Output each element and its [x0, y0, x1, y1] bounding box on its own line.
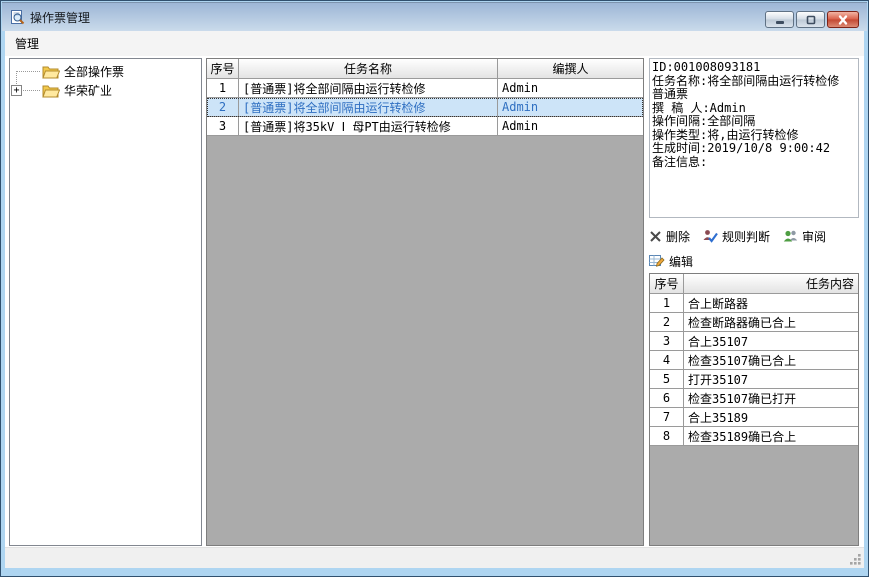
cell-content: 合上35189 — [684, 408, 858, 427]
delete-button[interactable]: 删除 — [649, 228, 690, 245]
caption-buttons — [765, 11, 859, 28]
minimize-icon — [773, 14, 787, 26]
task-table: 序号 任务名称 编撰人 1[普通票]将全部间隔由运行转检修Admin2[普通票]… — [206, 58, 644, 546]
content-table-rows: 1合上断路器2检查断路器确已合上3合上351074检查35107确已合上5打开3… — [650, 294, 858, 446]
content-row[interactable]: 3合上35107 — [650, 332, 858, 351]
cell-content: 打开35107 — [684, 370, 858, 389]
detail-line: ID:001008093181 — [652, 61, 856, 75]
tree-item-label: 全部操作票 — [64, 63, 124, 80]
close-icon — [836, 14, 850, 26]
cell-no: 8 — [650, 427, 684, 446]
review-button[interactable]: 审阅 — [783, 228, 826, 245]
person-check-icon — [703, 229, 718, 243]
action-toolbar: 删除 规则判断 审 — [649, 224, 826, 248]
maximize-button[interactable] — [796, 11, 825, 28]
content-row[interactable]: 7合上35189 — [650, 408, 858, 427]
cell-no: 1 — [207, 79, 239, 98]
cell-content: 合上断路器 — [684, 294, 858, 313]
cell-author: Admin — [498, 79, 643, 98]
edit-toolbar: 编辑 — [649, 250, 693, 272]
task-row[interactable]: 2[普通票]将全部间隔由运行转检修Admin — [207, 98, 643, 117]
ticket-detail-box: ID:001008093181任务名称:将全部间隔由运行转检修 普通票撰 稿 人… — [649, 58, 859, 218]
task-row[interactable]: 1[普通票]将全部间隔由运行转检修Admin — [207, 79, 643, 98]
column-header-content[interactable]: 任务内容 — [684, 274, 858, 294]
edit-button[interactable]: 编辑 — [649, 253, 693, 270]
content-row[interactable]: 5打开35107 — [650, 370, 858, 389]
content-row[interactable]: 8检查35189确已合上 — [650, 427, 858, 446]
cell-content: 合上35107 — [684, 332, 858, 351]
delete-x-icon — [649, 230, 662, 243]
task-row[interactable]: 3[普通票]将35kV Ⅰ 母PT由运行转检修Admin — [207, 117, 643, 136]
content-row[interactable]: 1合上断路器 — [650, 294, 858, 313]
cell-no: 5 — [650, 370, 684, 389]
folder-icon — [42, 65, 60, 79]
window-body: 管理 全部操作票 + — [5, 31, 864, 568]
cell-no: 1 — [650, 294, 684, 313]
tree-item-all-tickets[interactable]: 全部操作票 — [10, 62, 201, 81]
expand-plus-icon[interactable]: + — [11, 85, 22, 96]
detail-line: 备注信息: — [652, 156, 856, 170]
edit-grid-pencil-icon — [649, 254, 665, 268]
cell-no: 7 — [650, 408, 684, 427]
tree-item-huarong-mine[interactable]: + 华荣矿业 — [10, 81, 201, 100]
cell-task-name: [普通票]将全部间隔由运行转检修 — [239, 98, 498, 117]
cell-no: 3 — [207, 117, 239, 136]
menu-bar: 管理 — [5, 31, 864, 56]
cell-task-name: [普通票]将全部间隔由运行转检修 — [239, 79, 498, 98]
column-header-no[interactable]: 序号 — [650, 274, 684, 294]
rule-check-button[interactable]: 规则判断 — [703, 228, 770, 245]
ticket-tree-panel[interactable]: 全部操作票 + 华荣矿业 — [9, 58, 202, 546]
rule-check-label: 规则判断 — [722, 228, 770, 245]
folder-icon — [42, 84, 60, 98]
task-table-header: 序号 任务名称 编撰人 — [207, 59, 643, 79]
cell-no: 4 — [650, 351, 684, 370]
maximize-icon — [804, 14, 818, 26]
cell-author: Admin — [498, 98, 643, 117]
content-table: 序号 任务内容 1合上断路器2检查断路器确已合上3合上351074检查35107… — [649, 273, 859, 546]
cell-content: 检查断路器确已合上 — [684, 313, 858, 332]
detail-line: 生成时间:2019/10/8 9:00:42 — [652, 142, 856, 156]
cell-content: 检查35107确已合上 — [684, 351, 858, 370]
close-button[interactable] — [827, 11, 859, 28]
cell-no: 3 — [650, 332, 684, 351]
column-header-author[interactable]: 编撰人 — [498, 59, 643, 79]
content-table-header: 序号 任务内容 — [650, 274, 858, 294]
column-header-no[interactable]: 序号 — [207, 59, 239, 79]
content-row[interactable]: 6检查35107确已打开 — [650, 389, 858, 408]
people-icon — [783, 229, 798, 243]
tree-connector: + — [10, 81, 42, 100]
title-bar[interactable]: 操作票管理 — [2, 2, 867, 31]
detail-line: 操作间隔:全部间隔 — [652, 115, 856, 129]
resize-grip[interactable] — [849, 553, 862, 566]
menu-item-manage[interactable]: 管理 — [5, 31, 49, 56]
content-row[interactable]: 2检查断路器确已合上 — [650, 313, 858, 332]
cell-no: 6 — [650, 389, 684, 408]
detail-panel: ID:001008093181任务名称:将全部间隔由运行转检修 普通票撰 稿 人… — [649, 58, 859, 546]
cell-content: 检查35189确已合上 — [684, 427, 858, 446]
cell-task-name: [普通票]将35kV Ⅰ 母PT由运行转检修 — [239, 117, 498, 136]
content-row[interactable]: 4检查35107确已合上 — [650, 351, 858, 370]
window-title: 操作票管理 — [30, 9, 90, 26]
column-header-task-name[interactable]: 任务名称 — [239, 59, 498, 79]
minimize-button[interactable] — [765, 11, 794, 28]
cell-no: 2 — [650, 313, 684, 332]
status-bar — [5, 547, 864, 568]
cell-author: Admin — [498, 117, 643, 136]
detail-line: 任务名称:将全部间隔由运行转检修 普通票 — [652, 75, 856, 102]
detail-line: 操作类型:将,由运行转检修 — [652, 129, 856, 143]
review-label: 审阅 — [802, 228, 826, 245]
app-window: 操作票管理 管理 — [0, 0, 869, 577]
edit-label: 编辑 — [669, 253, 693, 270]
task-table-rows: 1[普通票]将全部间隔由运行转检修Admin2[普通票]将全部间隔由运行转检修A… — [207, 79, 643, 136]
cell-no: 2 — [207, 98, 239, 117]
app-icon — [9, 9, 25, 25]
detail-line: 撰 稿 人:Admin — [652, 102, 856, 116]
tree-connector — [10, 62, 42, 81]
tree-item-label: 华荣矿业 — [64, 82, 112, 99]
delete-label: 删除 — [666, 228, 690, 245]
cell-content: 检查35107确已打开 — [684, 389, 858, 408]
